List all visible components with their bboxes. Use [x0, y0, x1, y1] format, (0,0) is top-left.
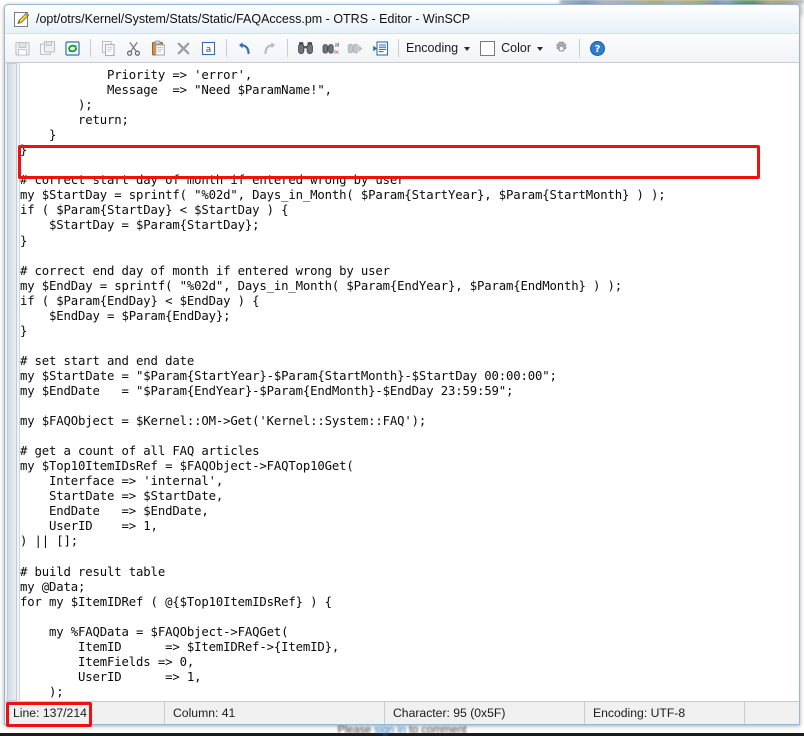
encoding-label: Encoding: [406, 41, 459, 55]
vertical-scrollbar[interactable]: [5, 63, 20, 701]
find-button[interactable]: [294, 37, 317, 60]
status-column: Column: 41: [165, 702, 385, 724]
scrollbar-thumb[interactable]: [7, 63, 17, 701]
code-text-area[interactable]: Priority => 'error', Message => "Need $P…: [20, 63, 799, 701]
editor-area: Priority => 'error', Message => "Need $P…: [5, 63, 799, 701]
status-character: Character: 95 (0x5F): [385, 702, 585, 724]
toolbar-separator: [287, 39, 288, 57]
sign-in-prompt-suffix: to comment: [405, 724, 467, 736]
blurred-sign-in-prompt: Please sign in to comment: [0, 724, 804, 736]
paste-button[interactable]: [147, 37, 170, 60]
chevron-down-icon: [537, 47, 543, 51]
sign-in-prompt-prefix: Please: [337, 724, 375, 736]
toolbar-separator: [398, 39, 399, 57]
find-next-button[interactable]: [344, 37, 367, 60]
reload-button[interactable]: [61, 37, 84, 60]
status-line: Line: 137/214: [5, 702, 165, 724]
toolbar-separator: [226, 39, 227, 57]
cut-button[interactable]: [122, 37, 145, 60]
chevron-down-icon: [464, 47, 471, 51]
color-swatch-icon: [480, 40, 496, 56]
svg-text:ab: ab: [335, 42, 339, 48]
status-extra: [745, 702, 799, 724]
save-button[interactable]: [11, 37, 34, 60]
save-as-button[interactable]: [36, 37, 59, 60]
svg-text:ac: ac: [334, 49, 339, 55]
sign-in-link[interactable]: sign in: [374, 724, 406, 736]
replace-button[interactable]: ab ac: [319, 37, 342, 60]
undo-button[interactable]: [233, 37, 256, 60]
source-code[interactable]: Priority => 'error', Message => "Need $P…: [20, 63, 799, 701]
delete-button[interactable]: [172, 37, 195, 60]
goto-line-button[interactable]: [369, 37, 392, 60]
color-dropdown[interactable]: Color: [476, 40, 549, 56]
svg-text:?: ?: [595, 44, 601, 55]
status-encoding: Encoding: UTF-8: [585, 702, 745, 724]
redo-button[interactable]: [258, 37, 281, 60]
winscp-editor-window: /opt/otrs/Kernel/System/Stats/Static/FAQ…: [4, 4, 800, 725]
status-bar: Line: 137/214 Column: 41 Character: 95 (…: [5, 701, 799, 724]
title-bar[interactable]: /opt/otrs/Kernel/System/Stats/Static/FAQ…: [5, 5, 799, 34]
copy-button[interactable]: [97, 37, 120, 60]
editor-pencil-icon: [13, 11, 30, 28]
preferences-button[interactable]: [550, 37, 573, 60]
select-all-button[interactable]: a: [197, 37, 220, 60]
help-button[interactable]: ?: [586, 37, 609, 60]
color-label: Color: [501, 41, 531, 55]
encoding-dropdown[interactable]: Encoding: [404, 41, 476, 55]
toolbar: a a a Encoding Color ?: [5, 34, 799, 63]
svg-text:a: a: [206, 45, 212, 55]
window-title: /opt/otrs/Kernel/System/Stats/Static/FAQ…: [36, 12, 471, 26]
toolbar-separator: [579, 39, 580, 57]
toolbar-separator: [90, 39, 91, 57]
